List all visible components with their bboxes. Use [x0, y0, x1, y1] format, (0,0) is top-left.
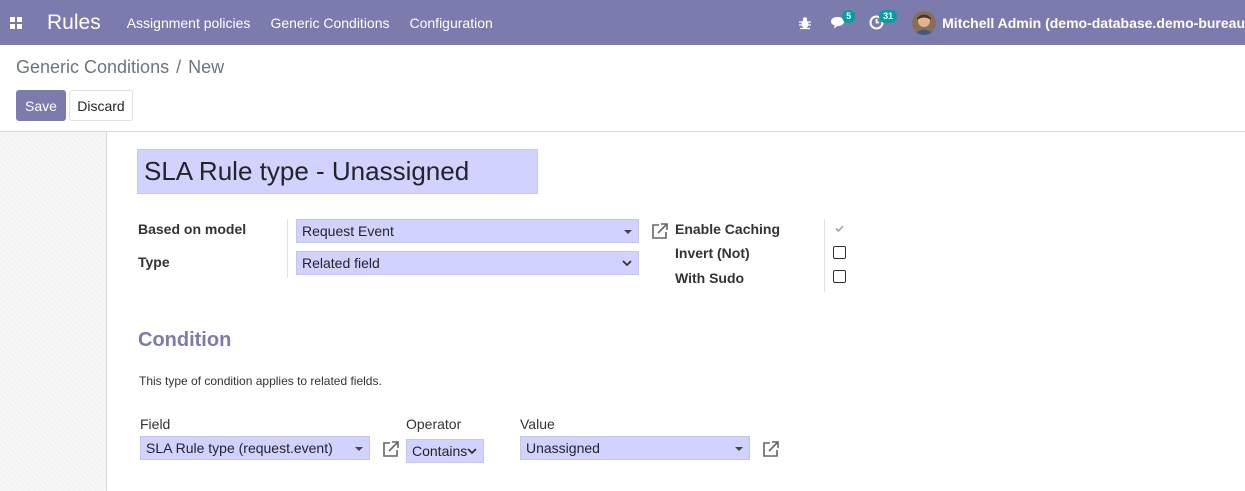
- name-input[interactable]: SLA Rule type - Unassigned: [137, 149, 538, 194]
- dropdown-caret-icon: [624, 230, 632, 234]
- external-link-icon[interactable]: [761, 439, 781, 459]
- value-column-label: Value: [520, 416, 555, 432]
- user-avatar[interactable]: [912, 10, 937, 35]
- value-value: Unassigned: [526, 440, 600, 456]
- operator-value: Contains: [412, 443, 468, 459]
- type-value: Related field: [302, 255, 380, 271]
- breadcrumb-separator: /: [176, 57, 182, 77]
- apps-menu-icon[interactable]: [0, 0, 32, 45]
- save-button[interactable]: Save: [16, 90, 66, 121]
- discard-button[interactable]: Discard: [69, 90, 133, 121]
- activities-clock-icon[interactable]: 31: [869, 0, 898, 45]
- condition-help-text: This type of condition applies to relate…: [139, 374, 382, 388]
- invert-label: Invert (Not): [675, 245, 750, 261]
- breadcrumb-current: New: [188, 57, 225, 77]
- menu-assignment-policies[interactable]: Assignment policies: [127, 15, 251, 31]
- with-sudo-checkbox[interactable]: [833, 270, 846, 283]
- messages-icon[interactable]: 5: [830, 0, 856, 45]
- menu-configuration[interactable]: Configuration: [410, 15, 493, 31]
- breadcrumb-parent-link[interactable]: Generic Conditions: [16, 57, 169, 78]
- value-select[interactable]: Unassigned: [520, 436, 750, 460]
- top-navbar: Rules Assignment policies Generic Condit…: [0, 0, 1245, 45]
- user-menu-name[interactable]: Mitchell Admin (demo-database.demo-burea…: [942, 15, 1245, 31]
- based-on-model-label: Based on model: [138, 221, 247, 237]
- messages-count-badge: 5: [842, 10, 856, 23]
- type-select[interactable]: Related field: [296, 251, 639, 275]
- dropdown-caret-icon: [355, 447, 363, 451]
- based-on-model-value: Request Event: [302, 223, 394, 239]
- menu-generic-conditions[interactable]: Generic Conditions: [270, 15, 389, 31]
- external-link-icon[interactable]: [650, 221, 670, 241]
- based-on-model-select[interactable]: Request Event: [296, 219, 639, 243]
- dropdown-caret-icon: [735, 447, 743, 451]
- field-column-label: Field: [140, 416, 171, 432]
- debug-bug-icon[interactable]: [798, 0, 812, 45]
- enable-caching-label: Enable Caching: [675, 221, 781, 237]
- app-title[interactable]: Rules: [47, 11, 101, 35]
- checkbox-divider: [824, 219, 825, 292]
- type-label: Type: [138, 254, 170, 270]
- operator-column-label: Operator: [406, 416, 462, 432]
- external-link-icon[interactable]: [381, 439, 401, 459]
- field-value: SLA Rule type (request.event): [146, 440, 333, 456]
- chevron-down-icon: [467, 448, 477, 455]
- with-sudo-label: With Sudo: [675, 270, 745, 286]
- breadcrumb: Generic Conditions / New: [16, 57, 224, 78]
- navbar-systray: 5 31 Mitchell Admin (demo-database.demo-…: [798, 0, 1245, 45]
- field-select[interactable]: SLA Rule type (request.event): [140, 436, 370, 460]
- field-divider: [287, 219, 288, 278]
- condition-section-title: Condition: [138, 329, 232, 351]
- operator-select[interactable]: Contains: [406, 439, 484, 463]
- activities-count-badge: 31: [879, 10, 898, 23]
- chevron-down-icon: [622, 260, 632, 267]
- enable-caching-checkbox[interactable]: [833, 222, 846, 235]
- invert-checkbox[interactable]: [833, 246, 846, 259]
